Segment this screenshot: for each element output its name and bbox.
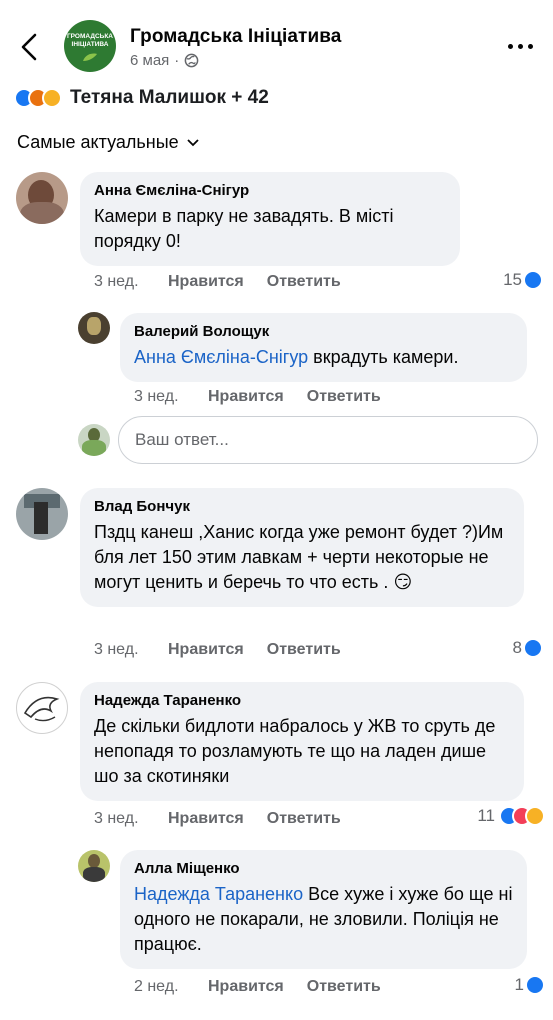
comment-time[interactable]: 3 нед. <box>94 641 168 659</box>
like-button[interactable]: Нравится <box>208 388 284 406</box>
reply-time[interactable]: 2 нед. <box>134 978 208 996</box>
back-arrow-icon[interactable] <box>18 32 42 62</box>
like-button[interactable]: Нравится <box>168 273 244 291</box>
comment-actions: 3 нед. Нравится Ответить <box>94 810 364 828</box>
leaf-icon <box>83 53 97 61</box>
reply-button[interactable]: Ответить <box>267 641 341 659</box>
reply-text: Анна Ємєліна-Снігур вкрадуть камери. <box>134 345 513 370</box>
post-date[interactable]: 6 мая <box>130 52 169 69</box>
reply-bubble: Валерий Волощук Анна Ємєліна-Снігур вкра… <box>120 313 527 382</box>
reply-author[interactable]: Алла Міщенко <box>134 860 513 877</box>
comment-author[interactable]: Влад Бончук <box>94 498 510 515</box>
page-logo-text: ГРОМАДСЬКА ІНІЦІАТИВА <box>67 33 113 48</box>
avatar[interactable] <box>16 682 68 734</box>
reaction-count-value: 1 <box>514 975 524 994</box>
reaction-count[interactable]: 1 <box>515 975 545 995</box>
like-button[interactable]: Нравится <box>168 810 244 828</box>
like-icon <box>523 270 543 290</box>
comment-time[interactable]: 3 нед. <box>94 273 168 291</box>
reply-button[interactable]: Ответить <box>307 388 381 406</box>
sad-icon <box>42 88 62 108</box>
reaction-count-value: 15 <box>503 270 522 289</box>
more-dots-icon[interactable] <box>508 44 533 49</box>
mention-link[interactable]: Надежда Тараненко <box>134 884 303 904</box>
page-avatar[interactable]: ГРОМАДСЬКА ІНІЦІАТИВА <box>64 20 116 72</box>
avatar[interactable] <box>16 488 68 540</box>
globe-icon <box>184 53 199 68</box>
reply-body: вкрадуть камери. <box>308 347 459 367</box>
reply-bubble: Алла Міщенко Надежда Тараненко Все хуже … <box>120 850 527 969</box>
reaction-count[interactable]: 15 <box>503 270 543 290</box>
avatar[interactable] <box>78 850 110 882</box>
reactions-summary[interactable]: Тетяна Малишок + 42 <box>14 86 269 110</box>
avatar[interactable] <box>16 172 68 224</box>
sad-icon <box>525 806 545 826</box>
bird-drawing-icon <box>23 696 60 722</box>
reaction-count-value: 11 <box>477 806 495 825</box>
comment-actions: 3 нед. Нравится Ответить <box>94 641 364 659</box>
chevron-down-icon <box>187 138 199 146</box>
current-user-avatar <box>78 424 110 456</box>
reply-button[interactable]: Ответить <box>307 978 381 996</box>
reply-time[interactable]: 3 нед. <box>134 388 208 406</box>
smirk-emoji: 😏 <box>393 572 413 592</box>
reaction-count[interactable]: 8 <box>513 638 543 658</box>
comment-bubble: Надежда Тараненко Де скільки бидлоти наб… <box>80 682 524 801</box>
like-icon <box>523 638 543 658</box>
comment-bubble: Анна Ємєліна-Снігур Камери в парку не за… <box>80 172 460 266</box>
page-name[interactable]: Громадська Ініціатива <box>130 26 341 48</box>
reaction-count-value: 8 <box>512 638 522 657</box>
comment-sort-dropdown[interactable]: Самые актуальные <box>17 132 199 153</box>
reply-actions: 3 нед. Нравится Ответить <box>134 388 404 406</box>
reply-button[interactable]: Ответить <box>267 810 341 828</box>
reply-text: Надежда Тараненко Все хуже і хуже бо ще … <box>134 882 513 957</box>
reply-actions: 2 нед. Нравится Ответить <box>134 978 404 996</box>
reply-button[interactable]: Ответить <box>267 273 341 291</box>
comment-bubble: Влад Бончук Пздц канеш ,Ханис когда уже … <box>80 488 524 607</box>
like-button[interactable]: Нравится <box>208 978 284 996</box>
comment-time[interactable]: 3 нед. <box>94 810 168 828</box>
reply-author[interactable]: Валерий Волощук <box>134 323 513 340</box>
comment-author[interactable]: Анна Ємєліна-Снігур <box>94 182 446 199</box>
comment-body: Пздц канеш ,Ханис когда уже ремонт будет… <box>94 522 504 592</box>
reactors-names: Тетяна Малишок + 42 <box>70 87 269 108</box>
sort-label: Самые актуальные <box>17 132 179 152</box>
like-icon <box>525 975 545 995</box>
like-button[interactable]: Нравится <box>168 641 244 659</box>
meta-separator: · <box>174 52 180 69</box>
comment-actions: 3 нед. Нравится Ответить <box>94 273 364 291</box>
post-header: ГРОМАДСЬКА ІНІЦІАТИВА Громадська Ініціат… <box>0 0 553 88</box>
avatar[interactable] <box>78 312 110 344</box>
mention-link[interactable]: Анна Ємєліна-Снігур <box>134 347 308 367</box>
reply-input[interactable]: Ваш ответ... <box>118 416 538 464</box>
comment-author[interactable]: Надежда Тараненко <box>94 692 510 709</box>
post-meta: 6 мая · <box>130 52 199 69</box>
comment-text: Де скільки бидлоти набралось у ЖВ то сру… <box>94 716 496 786</box>
comment-text: Пздц канеш ,Ханис когда уже ремонт будет… <box>94 520 510 595</box>
reaction-count[interactable]: 11 <box>477 806 545 826</box>
comment-text: Камери в парку не завадять. В місті поря… <box>94 206 394 251</box>
